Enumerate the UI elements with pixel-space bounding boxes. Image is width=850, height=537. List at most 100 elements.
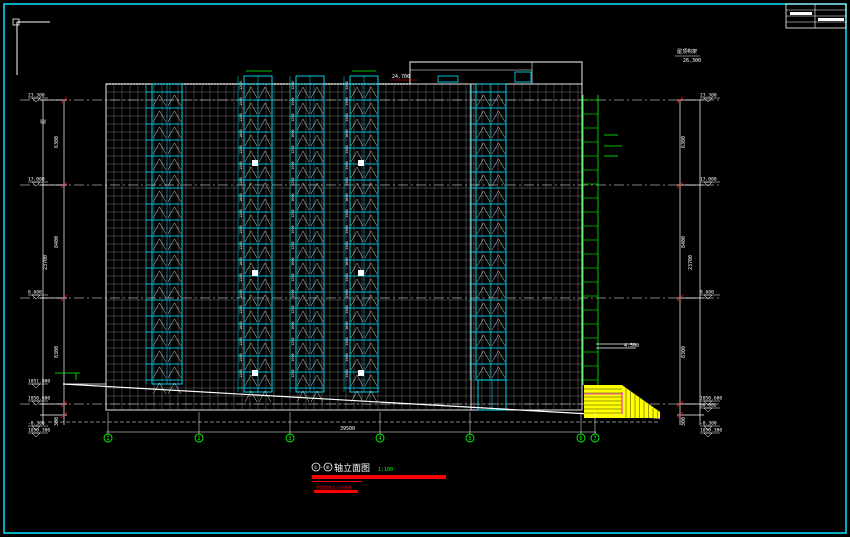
window-chevron — [491, 142, 506, 155]
window-chevron — [364, 342, 378, 355]
window-chevron — [152, 158, 167, 171]
window-chevron — [364, 278, 378, 291]
window-chevron — [258, 294, 272, 307]
window-dim-label: 1500 — [291, 161, 295, 170]
window-chevron — [296, 214, 310, 227]
roof-vent — [514, 71, 532, 83]
window-dim-label: 1500 — [345, 97, 349, 106]
window-chevron — [350, 134, 364, 147]
window-chevron — [364, 150, 378, 163]
window-chevron — [364, 86, 378, 99]
window-chevron — [350, 278, 364, 291]
window-chevron — [364, 230, 378, 243]
window-dim-label: 1200 — [239, 81, 243, 90]
window-chevron — [152, 366, 167, 379]
window-chevron — [364, 214, 378, 227]
window-chevron — [491, 318, 506, 331]
window-chevron — [258, 246, 272, 259]
window-chevron — [350, 342, 364, 355]
elev-label: 8.600 — [28, 290, 42, 296]
window-chevron — [296, 294, 310, 307]
window-chevron — [364, 358, 378, 371]
caption-bubble-left: ① — [314, 465, 318, 471]
window-chevron — [244, 182, 258, 195]
window-chevron — [364, 118, 378, 131]
elev-label: 8.600 — [700, 290, 714, 296]
window-chevron — [310, 278, 324, 291]
window-chevron — [350, 310, 364, 323]
window-chevron — [491, 270, 506, 283]
left-dim-4: 300 — [54, 417, 60, 426]
window-marker — [358, 370, 364, 376]
window-chevron — [296, 230, 310, 243]
window-chevron — [152, 254, 167, 267]
window-dim-label: 1500 — [345, 289, 349, 298]
window-chevron — [350, 214, 364, 227]
overall-length: 39500 — [340, 426, 355, 432]
window-chevron — [258, 214, 272, 227]
window-chevron — [152, 142, 167, 155]
elev-triangle — [31, 400, 41, 406]
window-chevron — [296, 86, 310, 99]
window-chevron — [296, 310, 310, 323]
window-dim-label: 1200 — [239, 273, 243, 282]
elev-label: -0.300 — [28, 421, 45, 427]
elevation-marks-right: 23.300 17.000 8.600 1050.600±0.000 -0.300105… — [700, 93, 722, 438]
window-chevron — [310, 294, 324, 307]
window-dim-label: 1500 — [291, 289, 295, 298]
right-dim-4: 300 — [681, 417, 687, 426]
window-chevron — [476, 302, 491, 315]
window-dim-label: 1200 — [291, 305, 295, 314]
side-stair-structure — [582, 95, 636, 385]
window-dim-label: 1200 — [239, 337, 243, 346]
window-chevron — [310, 230, 324, 243]
window-dim-label: 1800 — [345, 321, 349, 330]
roof-vent — [437, 75, 459, 83]
right-dim-3: 8300 — [681, 346, 687, 358]
window-dim-label: 1500 — [239, 225, 243, 234]
elevation-drawing: 1200 1500 1200 1800 1200 1500 1200 1800 1200 1500… — [3, 3, 847, 534]
window-chevron — [364, 246, 378, 259]
ucs-icon — [12, 18, 50, 75]
window-chevron — [258, 150, 272, 163]
window-chevron — [350, 102, 364, 115]
window-chevron — [296, 118, 310, 131]
window-chevron — [476, 222, 491, 235]
window-chevron — [364, 294, 378, 307]
caption-title: 轴立面图 — [334, 462, 370, 474]
window-chevron — [491, 94, 506, 107]
window-chevron — [244, 118, 258, 131]
window-chevron — [310, 390, 324, 403]
window-chevron — [350, 118, 364, 131]
window-chevron — [310, 214, 324, 227]
window-chevron — [244, 102, 258, 115]
elev-label: 17.000 — [700, 177, 717, 183]
window-chevron — [310, 358, 324, 371]
window-dim-label: 1800 — [239, 193, 243, 202]
window-chevron — [476, 286, 491, 299]
window-chevron — [296, 278, 310, 291]
window-chevron — [244, 134, 258, 147]
window-chevron — [310, 326, 324, 339]
axis-label: 4 — [378, 436, 381, 442]
right-dim-1: 6300 — [681, 136, 687, 148]
axis-label: 5 — [468, 436, 471, 442]
window-chevron — [152, 270, 167, 283]
window-chevron — [258, 182, 272, 195]
window-marker — [252, 370, 258, 376]
window-dim-label: 1800 — [345, 257, 349, 266]
window-dim-label: 1500 — [291, 225, 295, 234]
window-chevron — [258, 358, 272, 371]
window-dim-label: 1200 — [291, 113, 295, 122]
window-chevron — [310, 246, 324, 259]
window-chevron — [350, 166, 364, 179]
elev-label: 1050.300 — [28, 428, 50, 434]
window-chevron — [152, 350, 167, 363]
window-dim-label: 1200 — [239, 113, 243, 122]
window-dim-label: 1200 — [345, 81, 349, 90]
roof-tower — [409, 61, 583, 84]
left-label-roof: 屋 — [41, 119, 47, 124]
roof-level-left: 24.700 — [392, 74, 410, 80]
window-chevron — [152, 94, 167, 107]
window-chevron — [296, 390, 310, 403]
